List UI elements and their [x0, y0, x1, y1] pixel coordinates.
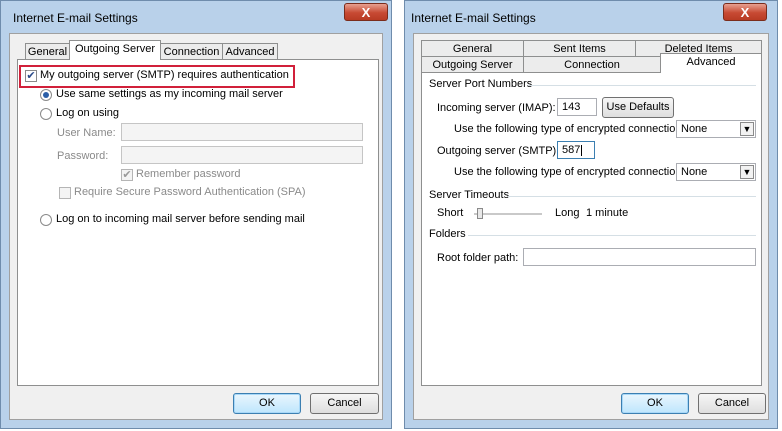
- timeout-value: 1 minute: [586, 207, 629, 219]
- timeout-slider-thumb[interactable]: [477, 208, 484, 219]
- radio-log-on-using[interactable]: [40, 108, 52, 120]
- use-defaults-button[interactable]: Use Defaults: [602, 97, 674, 118]
- right-ok-button[interactable]: OK: [621, 393, 689, 414]
- right-dialog-window: Internet E-mail Settings X General Sent …: [404, 0, 778, 429]
- left-title-bar[interactable]: Internet E-mail Settings X: [1, 1, 391, 33]
- tab-general-r[interactable]: General: [421, 40, 524, 57]
- highlight-box: [19, 65, 295, 88]
- incoming-port-field[interactable]: 143: [557, 98, 597, 116]
- tab-advanced-r[interactable]: Advanced: [660, 53, 762, 73]
- password-field[interactable]: [121, 146, 363, 164]
- radio-log-on-incoming-label: Log on to incoming mail server before se…: [56, 213, 305, 225]
- tab-advanced[interactable]: Advanced: [222, 43, 278, 60]
- left-dialog-body: General Outgoing Server Connection Advan…: [9, 33, 383, 420]
- right-title-bar[interactable]: Internet E-mail Settings X: [405, 1, 777, 33]
- dropdown-arrow-icon: ▼: [740, 165, 754, 179]
- spa-checkbox[interactable]: [59, 187, 71, 199]
- encrypt-incoming-value: None: [681, 123, 708, 135]
- radio-log-on-using-label: Log on using: [56, 107, 119, 119]
- folders-heading: Folders: [429, 228, 466, 240]
- left-dialog-title: Internet E-mail Settings: [13, 11, 138, 25]
- encrypt-outgoing-select[interactable]: None ▼: [676, 163, 756, 181]
- timeout-long-label: Long: [555, 207, 580, 219]
- text-caret: [581, 144, 583, 156]
- right-cancel-button[interactable]: Cancel: [698, 393, 766, 414]
- encrypt-incoming-select[interactable]: None ▼: [676, 120, 756, 138]
- tab-connection[interactable]: Connection: [160, 43, 223, 60]
- dropdown-arrow-icon: ▼: [740, 122, 754, 136]
- spa-label: Require Secure Password Authentication (…: [74, 186, 306, 198]
- radio-same-settings-label: Use same settings as my incoming mail se…: [56, 88, 283, 100]
- encrypt-outgoing-value: None: [681, 166, 708, 178]
- password-label: Password:: [57, 150, 109, 162]
- user-name-label: User Name:: [57, 127, 116, 139]
- outgoing-server-label: Outgoing server (SMTP):: [437, 145, 560, 157]
- incoming-server-label: Incoming server (IMAP):: [437, 102, 556, 114]
- group-divider: [468, 235, 756, 236]
- encrypt-incoming-label: Use the following type of encrypted conn…: [454, 123, 685, 135]
- remember-password-checkbox[interactable]: ✔: [121, 169, 133, 181]
- right-dialog-body: General Sent Items Deleted Items Outgoin…: [413, 33, 769, 420]
- left-cancel-button[interactable]: Cancel: [310, 393, 379, 414]
- outgoing-port-field[interactable]: 587: [557, 141, 595, 159]
- timeout-short-label: Short: [437, 207, 464, 219]
- server-port-numbers-heading: Server Port Numbers: [429, 78, 533, 90]
- group-divider: [508, 196, 756, 197]
- timeout-slider-track[interactable]: [474, 213, 542, 216]
- tab-sent-items[interactable]: Sent Items: [523, 40, 636, 57]
- right-dialog-title: Internet E-mail Settings: [411, 11, 536, 25]
- left-close-button[interactable]: X: [344, 3, 388, 21]
- root-folder-label: Root folder path:: [437, 252, 519, 264]
- radio-log-on-incoming[interactable]: [40, 214, 52, 226]
- left-dialog-window: Internet E-mail Settings X General Outgo…: [0, 0, 392, 429]
- tab-outgoing-server-r[interactable]: Outgoing Server: [421, 56, 524, 73]
- remember-password-label: Remember password: [136, 168, 241, 180]
- user-name-field[interactable]: [121, 123, 363, 141]
- left-ok-button[interactable]: OK: [233, 393, 301, 414]
- tab-outgoing-server[interactable]: Outgoing Server: [69, 40, 161, 60]
- encrypt-outgoing-label: Use the following type of encrypted conn…: [454, 166, 685, 178]
- right-close-button[interactable]: X: [723, 3, 767, 21]
- outgoing-port-value: 587: [562, 144, 581, 156]
- radio-same-settings[interactable]: [40, 89, 52, 101]
- root-folder-field[interactable]: [523, 248, 756, 266]
- group-divider: [528, 85, 756, 86]
- tab-general[interactable]: General: [25, 43, 70, 60]
- tab-connection-r[interactable]: Connection: [523, 56, 661, 73]
- server-timeouts-heading: Server Timeouts: [429, 189, 510, 201]
- advanced-panel: Server Port Numbers Incoming server (IMA…: [421, 72, 762, 386]
- outgoing-server-panel: ✔ My outgoing server (SMTP) requires aut…: [17, 59, 379, 386]
